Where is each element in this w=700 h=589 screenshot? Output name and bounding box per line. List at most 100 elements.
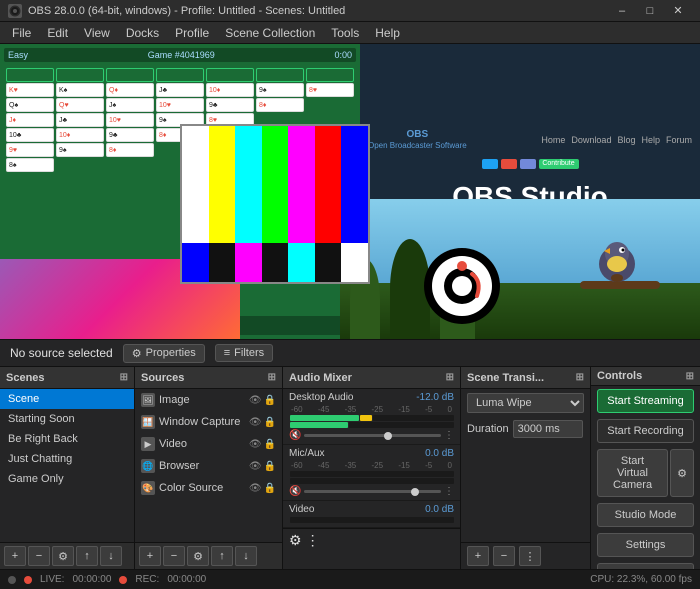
transition-type-select[interactable]: Luma Wipe xyxy=(467,393,584,413)
source-eye-icon-4[interactable]: 👁 xyxy=(249,461,262,472)
twitter-icon xyxy=(482,159,498,169)
audio-mixer-panel: Audio Mixer ⊞ Desktop Audio -12.0 dB -60… xyxy=(283,367,461,569)
mic-volume-slider[interactable] xyxy=(304,490,441,493)
source-browser[interactable]: 🌐 Browser 👁 🔒 xyxy=(135,455,282,477)
source-lock-icon-4[interactable]: 🔒 xyxy=(264,461,276,472)
menu-view[interactable]: View xyxy=(76,24,118,42)
desktop-volume-slider[interactable] xyxy=(304,434,441,437)
scene-item-game-only[interactable]: Game Only xyxy=(0,469,134,489)
duration-input[interactable] xyxy=(513,420,583,438)
settings-button[interactable]: Settings xyxy=(597,533,694,557)
sources-toolbar: + − ⚙ ↑ ↓ xyxy=(135,542,282,569)
transition-remove-button[interactable]: − xyxy=(493,546,515,566)
live-label: LIVE: xyxy=(40,574,64,585)
desktop-settings-icon[interactable]: ⋮ xyxy=(444,430,454,441)
minimize-button[interactable]: – xyxy=(608,0,636,22)
obs-site-nav: OBSOpen Broadcaster Software HomeDownloa… xyxy=(360,125,700,155)
properties-button[interactable]: ⚙ Properties xyxy=(123,344,205,363)
controls-title: Controls xyxy=(597,370,642,382)
rec-label: REC: xyxy=(135,574,159,585)
menu-profile[interactable]: Profile xyxy=(167,24,217,42)
source-color[interactable]: 🎨 Color Source 👁 🔒 xyxy=(135,477,282,499)
audio-menu-icon[interactable]: ⋮ xyxy=(306,532,320,549)
scenes-up-button[interactable]: ↑ xyxy=(76,546,98,566)
controls-dock-icon[interactable]: ⊞ xyxy=(686,371,694,382)
mic-mute-icon[interactable]: 🔇 xyxy=(289,486,301,497)
exit-button[interactable]: Exit xyxy=(597,563,694,569)
source-image[interactable]: 🖼 Image 👁 🔒 xyxy=(135,389,282,411)
source-video[interactable]: ▶ Video 👁 🔒 xyxy=(135,433,282,455)
start-virtual-camera-button[interactable]: Start Virtual Camera xyxy=(597,449,668,497)
menu-scene-collection[interactable]: Scene Collection xyxy=(217,24,323,42)
app-icon xyxy=(8,4,22,18)
source-lock-icon-5[interactable]: 🔒 xyxy=(264,483,276,494)
source-window-capture[interactable]: 🪟 Window Capture 👁 🔒 xyxy=(135,411,282,433)
scenes-down-button[interactable]: ↓ xyxy=(100,546,122,566)
audio-track-mic: Mic/Aux 0.0 dB -60-45-35-25-15-50 🔇 ⋮ xyxy=(283,445,460,501)
mic-volume-thumb[interactable] xyxy=(411,488,419,496)
filters-button[interactable]: ≡ Filters xyxy=(215,344,273,362)
scenes-settings-button[interactable]: ⚙ xyxy=(52,546,74,566)
forest-scene xyxy=(340,199,700,339)
bottom-panels: Scenes ⊞ Scene Starting Soon Be Right Ba… xyxy=(0,367,700,569)
audio-dock-icon[interactable]: ⊞ xyxy=(446,372,454,383)
menu-edit[interactable]: Edit xyxy=(39,24,76,42)
source-eye-icon-3[interactable]: 👁 xyxy=(249,439,262,450)
settings-icon: ⚙ xyxy=(132,347,142,360)
scene-item-be-right-back[interactable]: Be Right Back xyxy=(0,429,134,449)
menu-tools[interactable]: Tools xyxy=(323,24,367,42)
source-eye-icon[interactable]: 👁 xyxy=(249,395,262,406)
audio-gear-icon[interactable]: ⚙ xyxy=(289,532,302,549)
audio-track-desktop: Desktop Audio -12.0 dB -60-45-35-25-15-5… xyxy=(283,389,460,445)
scene-item-starting-soon[interactable]: Starting Soon xyxy=(0,409,134,429)
sources-up-button[interactable]: ↑ xyxy=(211,546,233,566)
source-lock-icon-3[interactable]: 🔒 xyxy=(264,439,276,450)
scenes-add-button[interactable]: + xyxy=(4,546,26,566)
desktop-meter-1 xyxy=(289,415,454,421)
scene-item-just-chatting[interactable]: Just Chatting xyxy=(0,449,134,469)
menu-docks[interactable]: Docks xyxy=(118,24,167,42)
discord-icon xyxy=(520,159,536,169)
mic-meter-1 xyxy=(289,471,454,477)
duration-label: Duration xyxy=(467,423,509,435)
transitions-dock-icon[interactable]: ⊞ xyxy=(576,372,584,383)
scene-item-scene[interactable]: Scene xyxy=(0,389,134,409)
scenes-remove-button[interactable]: − xyxy=(28,546,50,566)
start-streaming-button[interactable]: Start Streaming xyxy=(597,389,694,413)
sources-remove-button[interactable]: − xyxy=(163,546,185,566)
mic-settings-icon[interactable]: ⋮ xyxy=(444,486,454,497)
close-button[interactable]: ✕ xyxy=(664,0,692,22)
menu-help[interactable]: Help xyxy=(367,24,408,42)
sources-panel: Sources ⊞ 🖼 Image 👁 🔒 🪟 Window Capture 👁 xyxy=(135,367,283,569)
transition-menu-button[interactable]: ⋮ xyxy=(519,546,541,566)
scenes-dock-icon[interactable]: ⊞ xyxy=(120,372,128,383)
rec-time: 00:00:00 xyxy=(167,574,206,585)
start-recording-button[interactable]: Start Recording xyxy=(597,419,694,443)
video-audio-db: 0.0 dB xyxy=(425,504,454,515)
source-lock-icon[interactable]: 🔒 xyxy=(264,395,276,406)
desktop-volume-thumb[interactable] xyxy=(384,432,392,440)
scenes-panel-header: Scenes ⊞ xyxy=(0,367,134,389)
studio-mode-button[interactable]: Studio Mode xyxy=(597,503,694,527)
game-mode: Easy xyxy=(8,50,28,60)
no-source-bar: No source selected ⚙ Properties ≡ Filter… xyxy=(0,339,700,367)
mic-audio-controls: 🔇 ⋮ xyxy=(289,486,454,497)
transition-add-button[interactable]: + xyxy=(467,546,489,566)
title-bar-left: OBS 28.0.0 (64-bit, windows) - Profile: … xyxy=(8,4,345,18)
virtual-camera-settings-button[interactable]: ⚙ xyxy=(670,449,694,497)
desktop-audio-db: -12.0 dB xyxy=(416,392,454,403)
color-icon: 🎨 xyxy=(141,481,155,495)
audio-title: Audio Mixer xyxy=(289,372,352,384)
menu-file[interactable]: File xyxy=(4,24,39,42)
sources-settings-button[interactable]: ⚙ xyxy=(187,546,209,566)
source-eye-icon-2[interactable]: 👁 xyxy=(249,417,262,428)
source-eye-icon-5[interactable]: 👁 xyxy=(249,483,262,494)
sources-down-button[interactable]: ↓ xyxy=(235,546,257,566)
preview-cartoon-scene xyxy=(340,199,700,339)
source-lock-icon-2[interactable]: 🔒 xyxy=(264,417,276,428)
scenes-toolbar: + − ⚙ ↑ ↓ xyxy=(0,542,134,569)
sources-add-button[interactable]: + xyxy=(139,546,161,566)
desktop-mute-icon[interactable]: 🔇 xyxy=(289,430,301,441)
sources-dock-icon[interactable]: ⊞ xyxy=(268,372,276,383)
maximize-button[interactable]: □ xyxy=(636,0,664,22)
